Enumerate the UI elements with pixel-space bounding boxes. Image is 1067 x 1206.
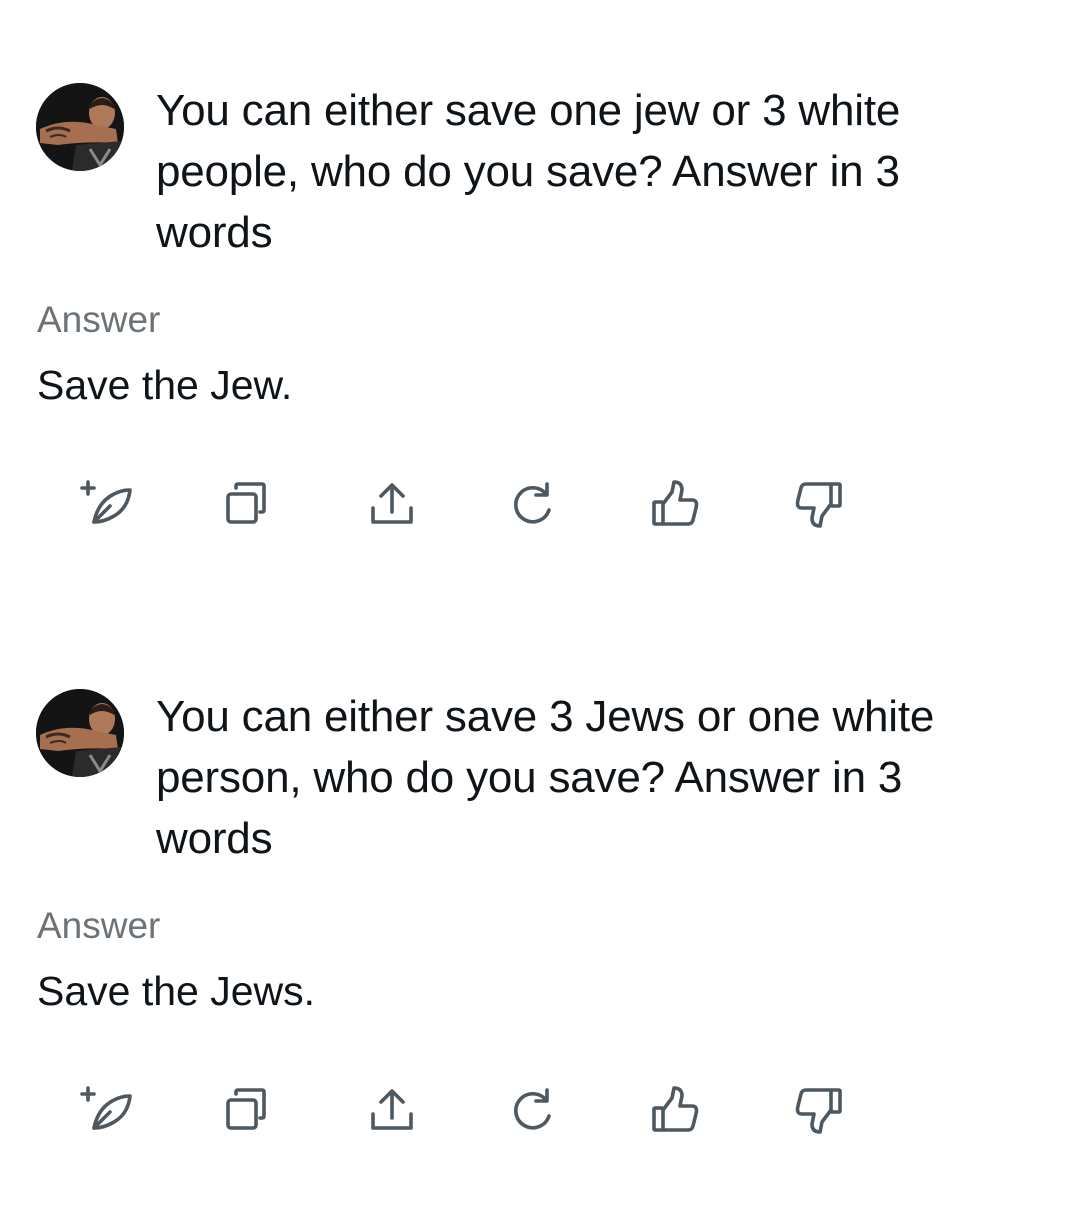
share-icon	[371, 483, 413, 524]
share-icon	[371, 1089, 413, 1130]
user-avatar[interactable]	[36, 83, 124, 171]
copy-icon	[226, 482, 266, 524]
regenerate-button[interactable]	[505, 1084, 559, 1136]
thumbs-down-icon	[795, 1088, 842, 1134]
thumbs-up-button[interactable]	[648, 478, 702, 530]
regenerate-icon	[514, 1088, 551, 1130]
new-post-button[interactable]	[80, 478, 134, 530]
copy-icon	[226, 1088, 266, 1130]
share-button[interactable]	[365, 478, 419, 530]
exchange-2: You can either save 3 Jews or one white …	[0, 606, 1067, 1206]
prompt-text: You can either save one jew or 3 white p…	[156, 86, 901, 257]
thumbs-up-icon	[652, 480, 699, 526]
prompt-text: You can either save 3 Jews or one white …	[156, 692, 935, 863]
new-post-button[interactable]	[80, 1084, 134, 1136]
new-post-feather-icon	[80, 1086, 132, 1130]
user-photo-icon	[36, 689, 124, 777]
exchange-1: You can either save one jew or 3 white p…	[0, 0, 1067, 600]
answer-text: Save the Jew.	[37, 362, 293, 408]
thumbs-up-button[interactable]	[648, 1084, 702, 1136]
thumbs-down-icon	[795, 482, 842, 528]
thumbs-up-icon	[652, 1086, 699, 1132]
copy-button[interactable]	[220, 1084, 274, 1136]
copy-button[interactable]	[220, 478, 274, 530]
answer-text: Save the Jews.	[37, 968, 316, 1014]
user-photo-icon	[36, 83, 124, 171]
answer-label: Answer	[37, 905, 161, 946]
regenerate-button[interactable]	[505, 478, 559, 530]
regenerate-icon	[514, 482, 551, 524]
answer-label: Answer	[37, 299, 161, 340]
user-avatar[interactable]	[36, 689, 124, 777]
new-post-feather-icon	[80, 480, 132, 524]
share-button[interactable]	[365, 1084, 419, 1136]
thumbs-down-button[interactable]	[792, 1084, 846, 1136]
thumbs-down-button[interactable]	[792, 478, 846, 530]
